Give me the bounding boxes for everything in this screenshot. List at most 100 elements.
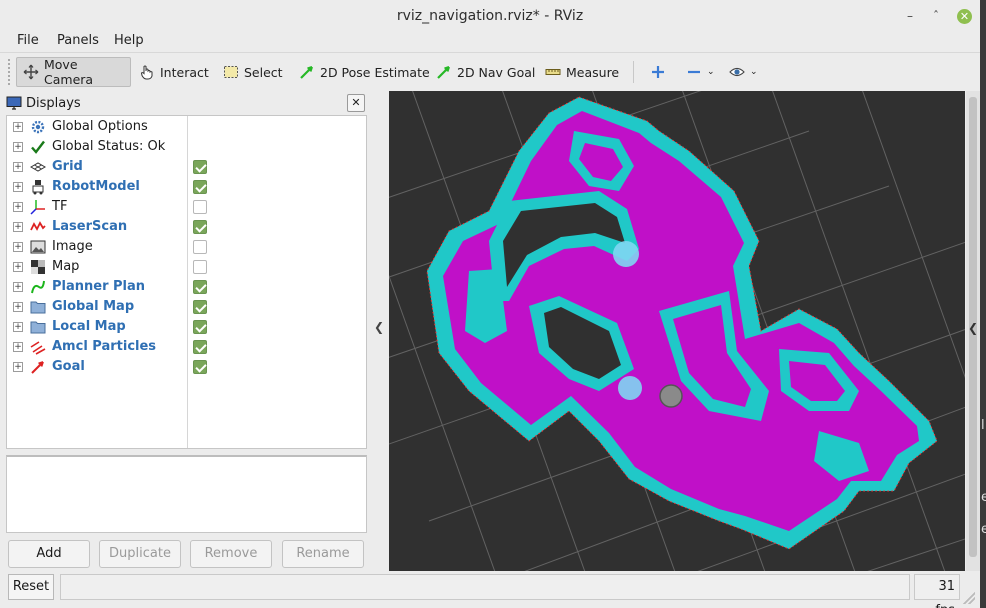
remove-tool-button[interactable]: ⌄ [680,57,721,87]
expand-icon[interactable]: + [13,342,23,352]
enable-checkbox[interactable] [193,160,207,174]
toolbar-separator [633,61,634,83]
expand-icon[interactable]: + [13,122,23,132]
expand-icon[interactable]: + [13,202,23,212]
fps-readout: 31 fps [914,574,960,608]
chevron-down-icon: ⌄ [707,67,715,77]
eye-icon [729,64,745,80]
checkmark-icon [30,139,46,155]
toolbar-grip[interactable] [8,59,12,85]
nav-goal-label: 2D Nav Goal [457,64,536,80]
expand-icon[interactable]: + [13,282,23,292]
select-tool[interactable]: Select [217,57,289,87]
measure-label: Measure [566,64,620,80]
enable-checkbox[interactable] [193,280,207,294]
pose-estimate-tool[interactable]: 2D Pose Estimate [293,57,436,87]
expand-icon[interactable]: + [13,242,23,252]
expand-icon[interactable]: + [13,302,23,312]
duplicate-button[interactable]: Duplicate [99,540,181,568]
maximize-icon[interactable]: ˆ [929,9,943,23]
arrows-icon [30,339,46,355]
status-message [60,574,910,600]
expand-icon[interactable]: + [13,362,23,372]
arrow-icon [30,359,46,375]
display-item-local-map[interactable]: + Local Map [7,317,366,337]
viewport-side-handle[interactable]: ❮ [966,91,980,571]
enable-checkbox[interactable] [193,360,207,374]
display-item-map[interactable]: + Map [7,257,366,277]
expand-icon[interactable]: + [13,182,23,192]
display-item-label: TF [52,199,68,214]
rename-button[interactable]: Rename [282,540,364,568]
window-title: rviz_navigation.rviz* - RViz [396,8,584,24]
display-item-tf[interactable]: + TF [7,197,366,217]
expand-icon[interactable]: + [13,222,23,232]
render-viewport[interactable] [389,91,965,571]
expand-icon[interactable]: + [13,142,23,152]
displays-panel-title: Displays [6,92,366,114]
pose-estimate-label: 2D Pose Estimate [320,64,430,80]
nav-goal-arrow-icon [436,64,452,80]
collapse-right-icon[interactable]: ❮ [968,321,978,335]
display-item-amcl-particles[interactable]: + Amcl Particles [7,337,366,357]
reset-button[interactable]: Reset [8,574,54,600]
minimize-icon[interactable]: – [903,9,917,23]
panel-close-icon[interactable]: ✕ [347,94,365,112]
add-button[interactable]: Add [8,540,90,568]
enable-checkbox[interactable] [193,200,207,214]
display-item-label: Grid [52,159,83,174]
display-item-global-options[interactable]: + Global Options [7,117,366,137]
resize-grip-icon[interactable] [963,592,975,604]
enable-checkbox[interactable] [193,260,207,274]
monitor-icon [6,95,22,111]
menu-help[interactable]: Help [114,33,144,48]
move-camera-icon [23,64,39,80]
title-bar[interactable]: rviz_navigation.rviz* - RViz – ˆ ✕ [0,0,980,32]
expand-icon[interactable]: + [13,162,23,172]
enable-checkbox[interactable] [193,180,207,194]
measure-tool[interactable]: Measure [539,57,625,87]
close-icon[interactable]: ✕ [957,9,972,24]
interact-label: Interact [160,64,209,80]
display-item-planner-plan[interactable]: + Planner Plan [7,277,366,297]
display-item-global-map[interactable]: + Global Map [7,297,366,317]
view-tool-button[interactable]: ⌄ [723,57,764,87]
nav-goal-tool[interactable]: 2D Nav Goal [430,57,541,87]
enable-checkbox[interactable] [193,220,207,234]
map-canvas [389,91,965,571]
move-camera-tool[interactable]: Move Camera [16,57,131,87]
display-item-label: Global Map [52,299,135,314]
display-item-label: RobotModel [52,179,140,194]
collapse-left-icon[interactable]: ❮ [374,320,384,334]
interact-tool[interactable]: Interact [133,57,215,87]
remove-button[interactable]: Remove [190,540,272,568]
add-tool-button[interactable] [644,57,672,87]
folder-icon [30,319,46,335]
enable-checkbox[interactable] [193,300,207,314]
enable-checkbox[interactable] [193,240,207,254]
display-item-image[interactable]: + Image [7,237,366,257]
display-item-grid[interactable]: + Grid [7,157,366,177]
expand-icon[interactable]: + [13,262,23,272]
enable-checkbox[interactable] [193,340,207,354]
display-item-robotmodel[interactable]: + RobotModel [7,177,366,197]
display-item-label: Image [52,239,93,254]
robot-model [659,384,683,408]
enable-checkbox[interactable] [193,320,207,334]
menu-file[interactable]: File [17,33,39,48]
display-item-label: Planner Plan [52,279,146,294]
menu-panels[interactable]: Panels [57,33,99,48]
display-item-goal[interactable]: + Goal [7,357,366,377]
laser-icon [30,219,46,235]
display-item-label: Global Status: Ok [52,139,166,154]
display-item-global-status-ok[interactable]: + Global Status: Ok [7,137,366,157]
axes-icon [30,199,46,215]
image-icon [30,239,46,255]
costmap-layer [426,96,938,550]
display-item-label: Global Options [52,119,148,134]
selection-box-icon [223,64,239,80]
minus-icon [686,64,702,80]
expand-icon[interactable]: + [13,322,23,332]
folder-icon [30,299,46,315]
display-item-laserscan[interactable]: + LaserScan [7,217,366,237]
